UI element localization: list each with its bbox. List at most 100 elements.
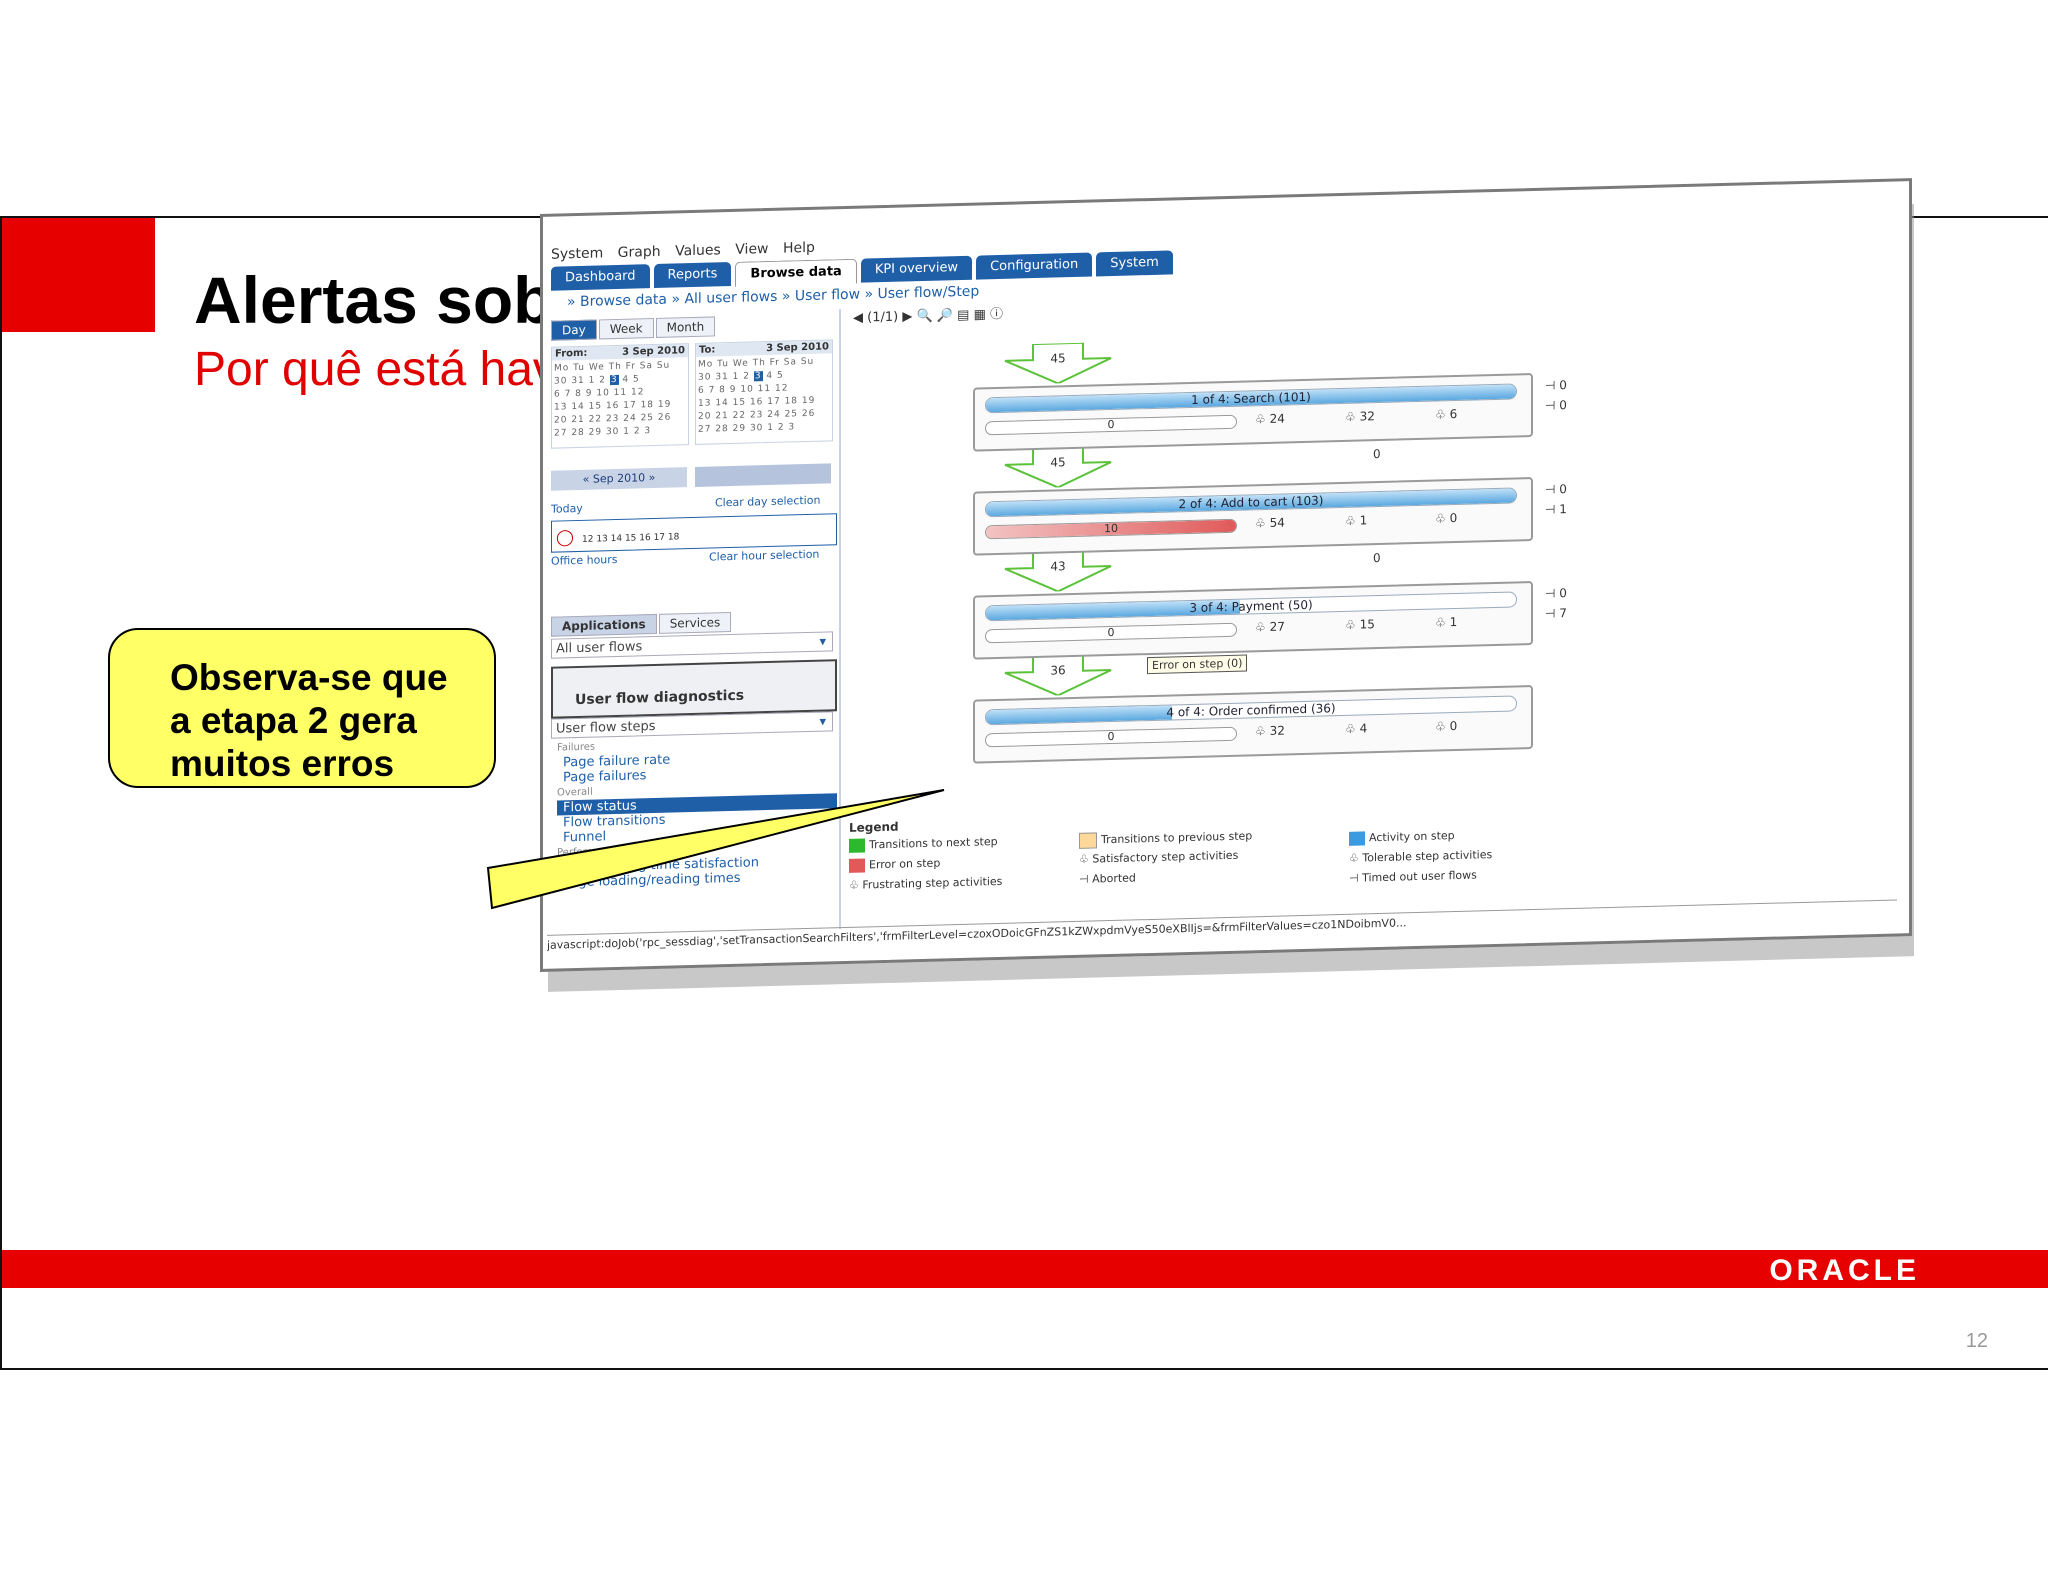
timed-out-value: 7 [1559,606,1567,621]
frustrating-count: ♧ 1 [1435,614,1458,630]
menu-view[interactable]: View [735,241,768,258]
zoom-in-icon[interactable]: 🔍 [917,309,933,324]
report-link-list: Failures Page failure rate Page failures… [557,733,837,890]
footer-bar [2,1250,2048,1288]
legend-tolerable: Tolerable step activities [1362,848,1493,865]
tab-applications[interactable]: Applications [551,613,657,637]
menu-help[interactable]: Help [783,240,815,257]
tab-configuration[interactable]: Configuration [976,252,1093,280]
satisfactory-count: ♧ 32 [1255,723,1285,739]
office-hours-link[interactable]: Office hours [551,553,618,568]
toolbar: ◀ (1/1) ▶ 🔍 🔎 ▤ ▦ ⓘ [853,303,1003,326]
tab-dashboard[interactable]: Dashboard [551,264,650,291]
menu-system[interactable]: System [551,245,603,262]
app-tabs: Applications Services [551,611,733,637]
satisfactory-value: 32 [1269,723,1285,738]
flow-arrow-1-value: 45 [1050,351,1066,366]
tab-services[interactable]: Services [658,611,732,634]
export-icon[interactable]: ▤ [957,308,969,323]
crumb-browse-data[interactable]: » Browse data [567,292,667,311]
legend-next: Transitions to next step [869,835,998,852]
tab-browse-data[interactable]: Browse data [735,258,857,287]
aborted-count: ⊣ 0 [1545,482,1567,497]
tab-day[interactable]: Day [551,319,597,341]
satisfactory-count: ♧ 54 [1255,515,1285,531]
pager: (1/1) [867,309,899,326]
diagnostics-panel: User flow diagnostics [551,659,837,719]
frustrating-count: ♧ 0 [1435,510,1458,526]
timed-out-icon: ⊣ [1349,871,1363,885]
tab-system[interactable]: System [1096,250,1173,277]
crumb-user-flow[interactable]: » User flow [782,287,860,305]
tab-reports[interactable]: Reports [653,261,732,289]
flow-step-2[interactable]: 2 of 4: Add to cart (103) 10 ♧ 54 ♧ 1 ♧ … [973,476,1533,556]
tab-week[interactable]: Week [598,318,654,340]
flow-step-4[interactable]: 4 of 4: Order confirmed (36) 0 ♧ 32 ♧ 4 … [973,684,1533,764]
menu-values[interactable]: Values [675,242,721,259]
calendar-grid-from[interactable]: Mo Tu We Th Fr Sa Su 30 31 1 2 3 4 56 7 … [552,357,688,443]
print-icon[interactable]: ▦ [974,307,986,322]
month-nav-from[interactable]: « Sep 2010 » [551,467,687,491]
error-bar: 10 [985,518,1237,540]
frustrating-count: ♧ 6 [1435,406,1458,422]
satisfactory-value: 27 [1269,619,1285,634]
flow-arrow-4: 36 [1003,653,1113,697]
tolerable-value: 4 [1359,721,1368,736]
timed-out-count: ⊣ 7 [1545,606,1567,621]
aborted-count: ⊣ 0 [1545,378,1567,393]
clear-hour-link[interactable]: Clear hour selection [709,548,819,564]
from-date: 3 Sep 2010 [622,345,685,358]
callout-line-2: a etapa 2 gera [170,700,417,741]
satisfactory-count: ♧ 24 [1255,411,1285,427]
satisfactory-count: ♧ 27 [1255,619,1285,635]
frustrating-value: 0 [1449,510,1458,526]
satisfactory-value: 24 [1269,411,1285,426]
calendar-grid-to[interactable]: Mo Tu We Th Fr Sa Su 30 31 1 2 3 4 56 7 … [696,353,832,439]
callout-box: Observa-se que a etapa 2 gera muitos err… [108,628,496,788]
tab-kpi-overview[interactable]: KPI overview [860,255,973,283]
tolerable-count: ♧ 15 [1345,617,1375,632]
flow-arrow-3: 43 [1003,549,1113,593]
calendar-from: From: 3 Sep 2010 Mo Tu We Th Fr Sa Su 30 … [551,343,689,449]
next-page-icon[interactable]: ▶ [902,309,912,324]
clear-day-link[interactable]: Clear day selection [715,494,820,510]
frustrating-icon: ♧ [849,878,863,892]
frustrating-count: ♧ 0 [1435,718,1458,734]
tolerable-value: 32 [1359,409,1375,424]
clock-icon: ◯ [556,527,574,547]
legend-green-swatch [849,838,865,853]
flow-step-3[interactable]: 3 of 4: Payment (50) 0 ♧ 27 ♧ 15 ♧ 1 [973,580,1533,660]
aborted-value: 0 [1559,378,1567,393]
legend-orange-swatch [1079,832,1097,849]
timed-out-value: 0 [1559,398,1567,413]
frustrating-value: 1 [1449,614,1458,630]
tolerable-count: ♧ 1 [1345,513,1368,528]
calendar-to: To: 3 Sep 2010 Mo Tu We Th Fr Sa Su 30 31… [695,339,833,445]
tolerable-count: ♧ 32 [1345,409,1375,424]
step-errors: 10 [1104,521,1118,536]
timed-out-value: 1 [1559,502,1567,517]
to-date: 3 Sep 2010 [766,341,829,355]
legend-activity: Activity on step [1369,829,1455,845]
today-link[interactable]: Today [551,502,583,516]
red-corner-block [2,218,155,332]
info-icon[interactable]: ⓘ [990,307,1003,322]
menu-graph[interactable]: Graph [618,244,661,261]
satisfactory-value: 54 [1269,515,1285,530]
step-errors: 0 [1107,729,1115,744]
flow-arrow-2: 45 [1003,445,1113,489]
legend-previous: Transitions to previous step [1101,829,1253,847]
flow-diagram: 45 45 43 36 0 0 Error on step (0) 1 of 4… [853,312,1893,809]
prev-page-icon[interactable]: ◀ [853,311,863,326]
zoom-out-icon[interactable]: 🔎 [937,308,953,323]
flow-arrow-4-value: 36 [1050,663,1066,678]
error-bar: 0 [985,726,1237,748]
month-nav-to[interactable] [695,463,831,487]
frustrating-value: 0 [1449,718,1458,734]
tab-month[interactable]: Month [655,316,716,338]
flow-step-1[interactable]: 1 of 4: Search (101) 0 ♧ 24 ♧ 32 ♧ 6 [973,372,1533,452]
hours-row: 12 13 14 15 16 17 18 [582,532,680,545]
crumb-all-user-flows[interactable]: » All user flows [671,289,777,308]
sidebar: Day Week Month From: 3 Sep 2010 Mo Tu We … [549,309,841,937]
hours-selector[interactable]: ◯ 12 13 14 15 16 17 18 [551,513,837,553]
